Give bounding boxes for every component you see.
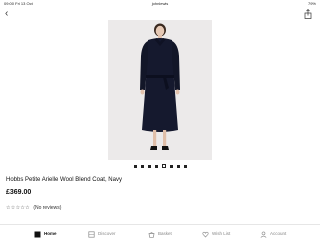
bottom-tab-bar: Home Discover Basket Wish List Account xyxy=(0,224,320,241)
status-bar: 09:00 Fri 13 Oct johnlewis 79% xyxy=(0,0,320,8)
product-rating[interactable]: ☆☆☆☆☆ (No reviews) xyxy=(6,205,61,212)
image-carousel-indicator[interactable] xyxy=(0,163,320,169)
home-icon xyxy=(34,231,41,237)
tab-account[interactable]: Account xyxy=(260,229,286,239)
tab-wishlist-label: Wish List xyxy=(212,231,231,236)
carousel-dot[interactable] xyxy=(169,164,173,168)
carousel-dot[interactable] xyxy=(147,164,151,168)
tab-home-label: Home xyxy=(44,231,57,236)
battery-status: 79% xyxy=(307,1,316,6)
basket-icon xyxy=(148,231,155,238)
carousel-dot-active[interactable] xyxy=(161,164,166,168)
carousel-dot[interactable] xyxy=(140,164,144,168)
carousel-dot[interactable] xyxy=(183,164,187,168)
tab-account-label: Account xyxy=(270,231,287,236)
top-toolbar: ‹ xyxy=(0,8,320,20)
rating-stars-icon: ☆☆☆☆☆ xyxy=(6,205,30,211)
tab-discover-label: Discover xyxy=(98,231,116,236)
tab-home[interactable]: Home xyxy=(34,229,57,239)
model-wearing-coat-image xyxy=(108,20,212,160)
product-image[interactable] xyxy=(108,20,212,160)
tab-basket-label: Basket xyxy=(158,231,172,236)
product-price: £369.00 xyxy=(6,189,32,196)
address-bar-url[interactable]: johnlewis xyxy=(0,0,320,8)
carousel-dot[interactable] xyxy=(176,164,180,168)
product-title: Hobbs Petite Arielle Wool Blend Coat, Na… xyxy=(6,177,122,183)
share-icon[interactable] xyxy=(304,9,312,19)
tab-wishlist[interactable]: Wish List xyxy=(202,229,230,239)
tab-discover[interactable]: Discover xyxy=(88,229,116,239)
carousel-dot[interactable] xyxy=(154,164,158,168)
account-icon xyxy=(260,231,267,238)
back-chevron-icon[interactable]: ‹ xyxy=(5,8,8,20)
discover-icon xyxy=(88,230,95,238)
carousel-dot[interactable] xyxy=(133,164,137,168)
tab-basket[interactable]: Basket xyxy=(148,229,172,239)
reviews-count-label: (No reviews) xyxy=(33,205,62,211)
heart-icon xyxy=(202,231,209,237)
